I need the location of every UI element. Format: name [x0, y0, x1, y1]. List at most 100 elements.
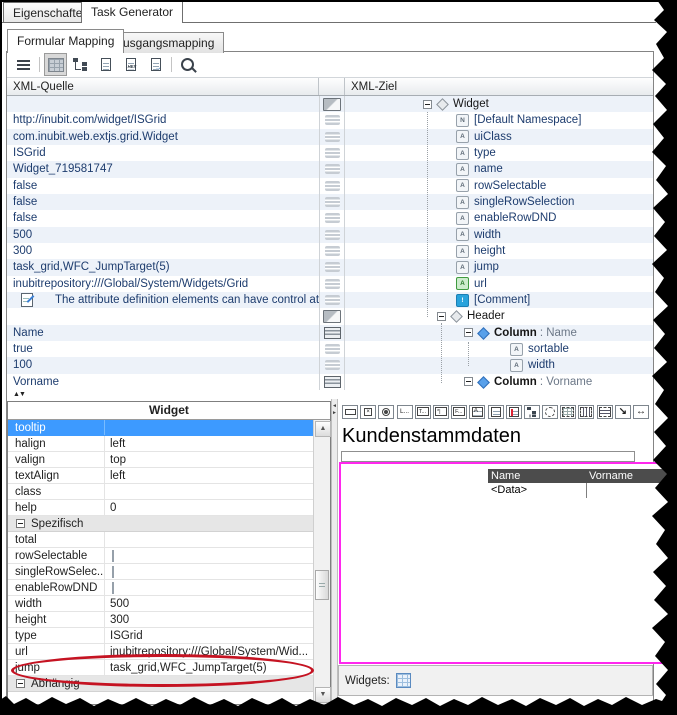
document-view-icon[interactable] [94, 53, 117, 76]
tree-view-icon[interactable] [69, 53, 92, 76]
source-value-cell[interactable]: 300 [7, 245, 319, 257]
export-document-icon[interactable]: → [144, 53, 167, 76]
mapping-type-cell[interactable] [319, 161, 345, 177]
source-value-cell[interactable]: inubitrepository:///Global/System/Widget… [7, 278, 319, 290]
source-value-cell[interactable]: false [7, 180, 319, 192]
mapping-row[interactable]: Vorname Column: Vorname [7, 374, 653, 390]
mapping-type-cell[interactable] [319, 374, 345, 390]
resize-horizontal-tool-icon[interactable]: ↔ [633, 405, 649, 419]
property-row-singlerowselec[interactable]: singleRowSelec... [8, 564, 313, 580]
grid-layout-tool-icon[interactable] [560, 405, 576, 419]
mapping-row[interactable]: 300 Aheight [7, 243, 653, 259]
mapping-row[interactable]: trueAsortable [7, 341, 653, 357]
source-value-cell[interactable]: Name [7, 327, 319, 339]
property-row-jump[interactable]: jumptask_grid,WFC_JumpTarget(5) [8, 660, 313, 676]
collapse-icon[interactable] [16, 519, 25, 528]
preview-table-row[interactable]: <Data> [488, 483, 676, 498]
property-value[interactable]: task_grid,WFC_JumpTarget(5) [105, 662, 313, 674]
list-tool-icon[interactable] [506, 405, 522, 419]
preview-column-header[interactable]: Vorname [586, 469, 676, 483]
mapping-type-cell[interactable] [319, 292, 345, 308]
target-node-cell[interactable]: AenableRowDND [345, 210, 653, 226]
target-node-cell[interactable]: ArowSelectable [345, 178, 653, 194]
target-node-cell[interactable]: AsingleRowSelection [345, 194, 653, 210]
collapse-icon[interactable] [423, 100, 432, 109]
collapse-icon[interactable] [16, 679, 25, 688]
mapping-row[interactable]: inubitrepository:///Global/System/Widget… [7, 276, 653, 292]
property-row-total[interactable]: total [8, 532, 313, 548]
mapping-type-cell[interactable] [319, 276, 345, 292]
mapping-icon-column-header[interactable] [319, 78, 345, 95]
source-value-cell[interactable]: false [7, 212, 319, 224]
property-value[interactable] [105, 582, 313, 594]
resize-diagonal-tool-icon[interactable]: ↘ [615, 405, 631, 419]
property-row-height[interactable]: height300 [8, 612, 313, 628]
target-node-cell[interactable]: Aname [345, 161, 653, 177]
textfield-tool-icon[interactable]: T... [415, 405, 431, 419]
source-value-cell[interactable]: 500 [7, 229, 319, 241]
property-scrollbar[interactable]: ▲ ▼ [313, 420, 330, 704]
mapping-row[interactable]: 500 Awidth [7, 227, 653, 243]
scroll-thumb[interactable] [315, 570, 329, 600]
source-value-cell[interactable]: http://inubit.com/widget/ISGrid [7, 114, 319, 126]
property-row-textalign[interactable]: textAlignleft [8, 468, 313, 484]
target-column-header[interactable]: XML-Ziel [345, 78, 653, 95]
property-value[interactable]: inubitrepository:///Global/System/Wid... [105, 646, 313, 658]
property-row-class[interactable]: class [8, 484, 313, 500]
property-value[interactable]: 300 [105, 614, 313, 626]
property-value[interactable]: ISGrid [105, 630, 313, 642]
property-value[interactable]: 500 [105, 598, 313, 610]
textarea-tool-icon[interactable]: A [469, 405, 485, 419]
target-node-cell[interactable]: Column: Vorname [345, 374, 653, 390]
splitter-left-icon[interactable]: ◄ [332, 403, 337, 409]
source-value-cell[interactable]: ISGrid [7, 147, 319, 159]
target-node-cell[interactable]: Awidth [345, 227, 653, 243]
horizontal-splitter[interactable]: ▲▼ [7, 391, 653, 399]
select-area-tool-icon[interactable] [542, 405, 558, 419]
property-row-help[interactable]: help0 [8, 500, 313, 516]
source-value-cell[interactable]: The attribute definition elements can ha… [7, 293, 319, 307]
target-node-cell[interactable]: Aurl [345, 276, 653, 292]
source-value-cell[interactable]: false [7, 196, 319, 208]
preview-table-header-row[interactable]: NameVorname [488, 469, 676, 483]
target-node-cell[interactable]: Atype [345, 145, 653, 161]
splitter-right-icon[interactable]: ► [332, 410, 337, 416]
mapping-row[interactable]: NameColumn: Name [7, 325, 653, 341]
password-tool-icon[interactable]: *| [433, 405, 449, 419]
hex-view-icon[interactable]: HEX [119, 53, 142, 76]
property-row-rowselectable[interactable]: rowSelectable [8, 548, 313, 564]
collapse-icon[interactable] [437, 312, 446, 321]
source-value-cell[interactable]: task_grid,WFC_JumpTarget(5) [7, 261, 319, 273]
property-row-halign[interactable]: halignleft [8, 436, 313, 452]
checkbox[interactable] [112, 566, 114, 578]
form-heading[interactable]: Kundenstammdaten [342, 425, 521, 448]
mapping-type-cell[interactable] [319, 259, 345, 275]
mapping-row[interactable]: false AenableRowDND [7, 210, 653, 226]
property-value[interactable]: top [105, 454, 313, 466]
source-value-cell[interactable]: com.inubit.web.extjs.grid.Widget [7, 131, 319, 143]
mapping-row[interactable]: com.inubit.web.extjs.grid.Widget AuiClass [7, 129, 653, 145]
mapping-row[interactable]: task_grid,WFC_JumpTarget(5)Ajump [7, 259, 653, 275]
target-node-cell[interactable]: ![Comment] [345, 292, 653, 308]
mapping-type-cell[interactable] [319, 227, 345, 243]
source-value-cell[interactable]: Vorname [7, 376, 319, 388]
property-value[interactable]: 0 [105, 502, 313, 514]
collapse-icon[interactable] [464, 328, 473, 337]
source-value-cell[interactable]: true [7, 343, 319, 355]
scroll-up-icon[interactable]: ▲ [315, 421, 331, 437]
target-node-cell[interactable]: AuiClass [345, 129, 653, 145]
target-node-cell[interactable]: Aheight [345, 243, 653, 259]
label-tool-icon[interactable]: L... [397, 405, 413, 419]
tab-task-generator[interactable]: Task Generator [81, 0, 183, 23]
mapping-row[interactable]: Widget [7, 96, 653, 112]
mapping-type-cell[interactable] [319, 178, 345, 194]
filefield-tool-icon[interactable]: F... [451, 405, 467, 419]
radio-tool-icon[interactable] [378, 405, 394, 419]
rectangle-tool-icon[interactable] [342, 405, 358, 419]
source-column-header[interactable]: XML-Quelle [7, 78, 319, 95]
property-value[interactable]: left [105, 470, 313, 482]
mapping-row[interactable]: http://inubit.com/widget/ISGridN[Default… [7, 112, 653, 128]
tab-formular-mapping[interactable]: Formular Mapping [7, 29, 124, 53]
mapping-row[interactable]: 100Awidth [7, 357, 653, 373]
target-node-cell[interactable]: Awidth [345, 357, 653, 373]
